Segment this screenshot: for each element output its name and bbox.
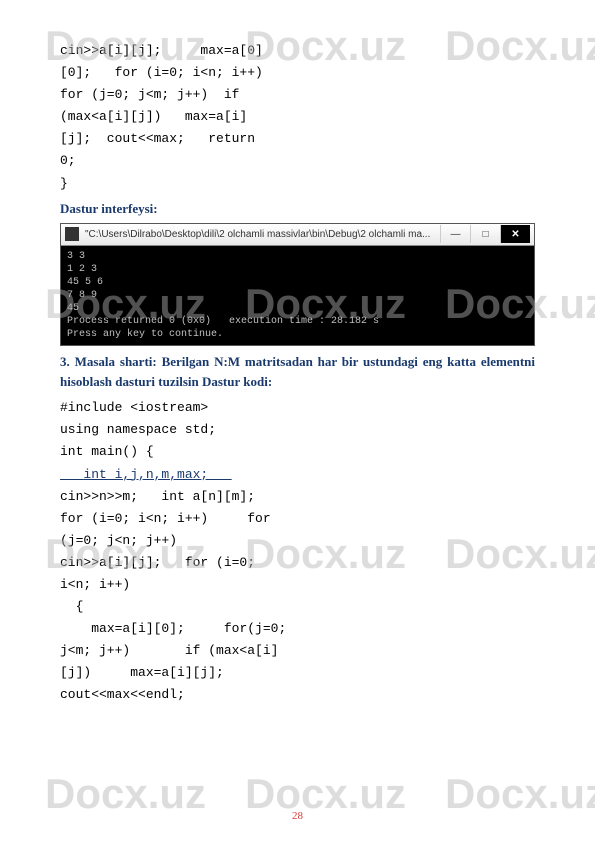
page-number: 28	[0, 810, 595, 822]
terminal-titlebar: "C:\Users\Dilrabo\Desktop\dili\2 olchaml…	[61, 224, 534, 246]
interface-heading: Dastur interfeysi:	[60, 201, 535, 217]
section-3-heading: 3. Masala sharti: Berilgan N:M matritsad…	[60, 352, 535, 394]
minimize-button[interactable]: —	[440, 225, 470, 243]
code-underlined-line: int i,j,n,m,max;	[60, 467, 232, 482]
terminal-window: "C:\Users\Dilrabo\Desktop\dili\2 olchaml…	[60, 223, 535, 346]
code-block-top: cin>>a[i][j]; max=a[0] [0]; for (i=0; i<…	[60, 40, 535, 195]
terminal-output: 3 3 1 2 3 45 5 6 7 8 9 45 Process return…	[61, 246, 534, 345]
code-post: cin>>n>>m; int a[n][m]; for (i=0; i<n; i…	[60, 489, 286, 703]
terminal-title: "C:\Users\Dilrabo\Desktop\dili\2 olchaml…	[85, 229, 440, 240]
maximize-button[interactable]: □	[470, 225, 500, 243]
terminal-icon	[65, 227, 79, 241]
code-pre: #include <iostream> using namespace std;…	[60, 400, 216, 459]
code-block-bottom: #include <iostream> using namespace std;…	[60, 397, 535, 706]
close-button[interactable]: ✕	[500, 225, 530, 243]
window-controls: — □ ✕	[440, 225, 530, 243]
